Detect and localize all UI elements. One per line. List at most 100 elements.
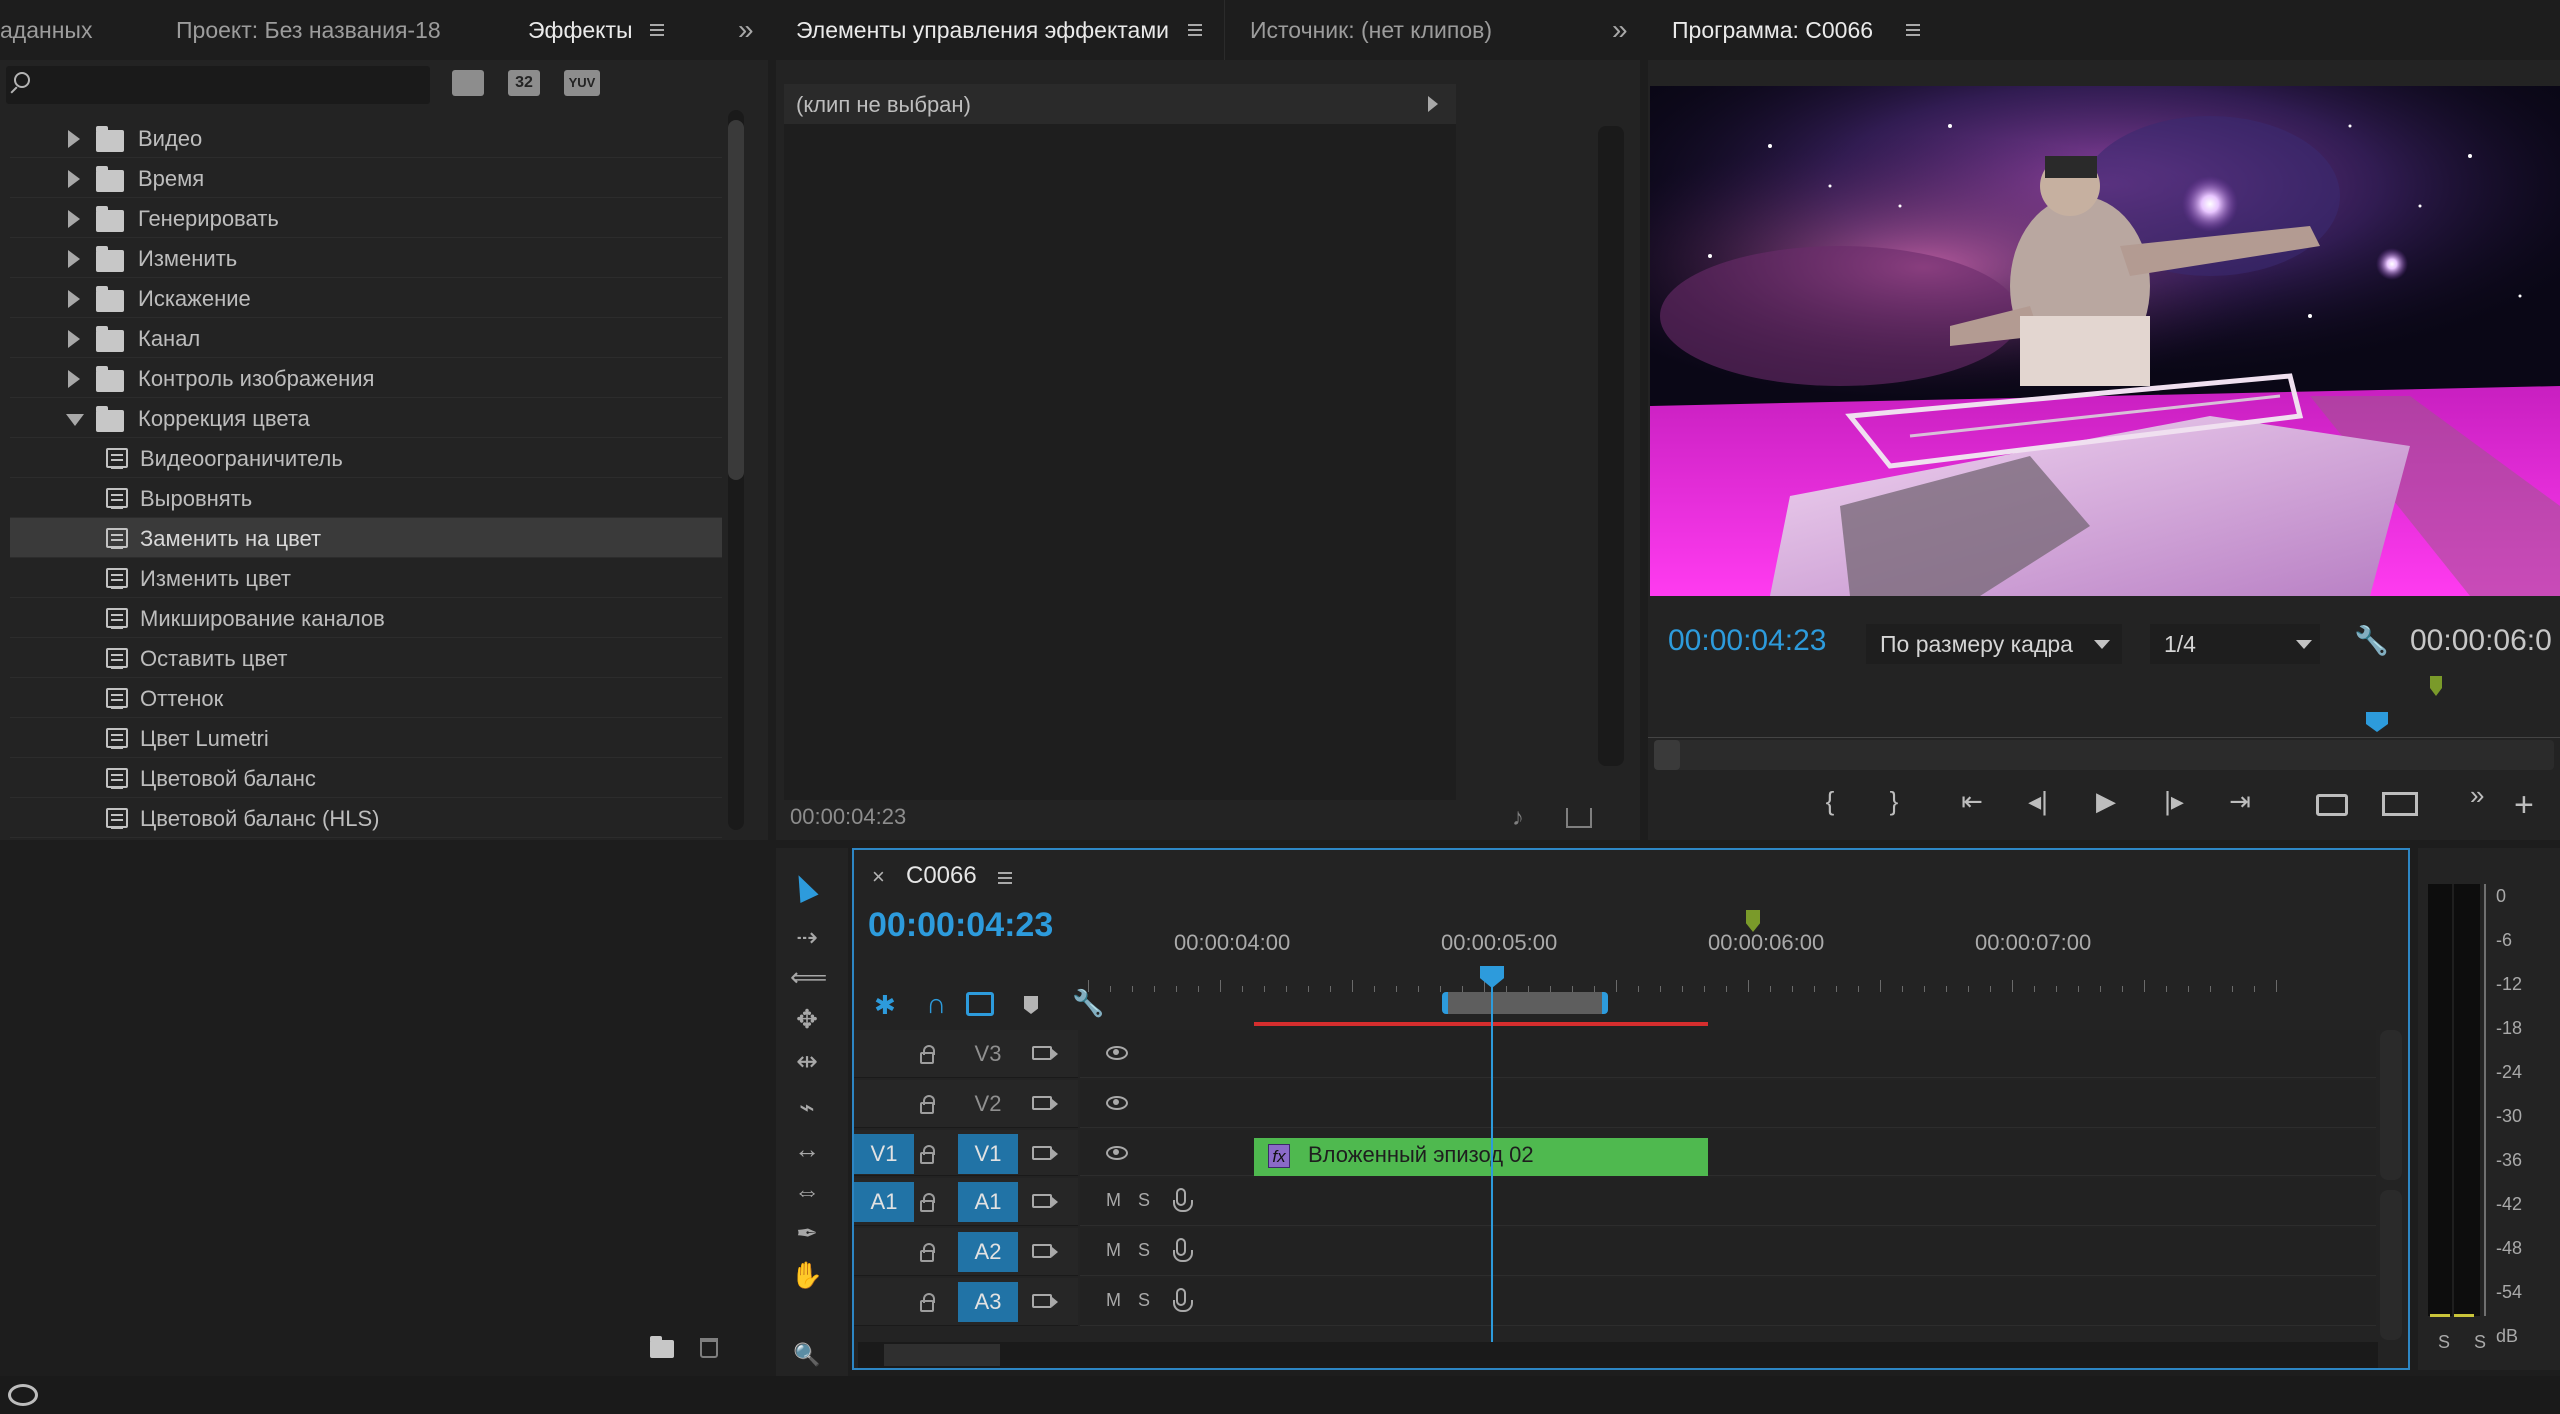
timeline-timecode[interactable]: 00:00:04:23 (868, 906, 1053, 945)
track-target-toggle[interactable]: V3 (958, 1034, 1018, 1074)
effect-item[interactable]: Цвет Lumetri (10, 718, 722, 758)
toggle-sync-lock-icon[interactable] (1032, 1146, 1052, 1160)
zoom-tool-icon[interactable]: 🔍 (790, 1340, 824, 1370)
add-marker-icon[interactable] (1024, 996, 1038, 1014)
effect-item[interactable]: Оставить цвет (10, 638, 722, 678)
chevron-right-icon[interactable] (68, 170, 80, 188)
effect-item[interactable]: Микширование каналов (10, 598, 722, 638)
effect-item[interactable]: Яркость и контрастность (10, 838, 722, 840)
lock-icon[interactable] (920, 1193, 935, 1212)
track-target-toggle[interactable]: V1 (958, 1134, 1018, 1174)
play-icon[interactable]: ▶ (2086, 786, 2126, 816)
mark-in-icon[interactable]: { (1810, 786, 1850, 816)
timeline-menu-icon[interactable] (998, 872, 1012, 885)
effect-item[interactable]: Видеоограничитель (10, 438, 722, 478)
track-target-toggle[interactable]: A2 (958, 1232, 1018, 1272)
new-custom-bin-icon[interactable] (650, 1336, 674, 1358)
toggle-sync-lock-icon[interactable] (1032, 1194, 1052, 1208)
toggle-sync-lock-icon[interactable] (1032, 1096, 1052, 1110)
microphone-icon[interactable] (1173, 1238, 1193, 1262)
effects-search-input[interactable] (6, 66, 430, 104)
accelerated-effects-icon[interactable] (452, 70, 484, 96)
chevron-right-icon[interactable] (68, 290, 80, 308)
track-source-patch[interactable]: V1 (854, 1134, 914, 1174)
lock-icon[interactable] (920, 1045, 935, 1064)
solo-button[interactable]: S (1138, 1190, 1150, 1211)
effect-controls-menu-icon[interactable] (1188, 24, 1202, 37)
tree-folder-item[interactable]: Генерировать (10, 198, 722, 238)
tab-source[interactable]: Источник: (нет клипов) (1250, 0, 1492, 60)
track-source-patch[interactable]: A1 (854, 1182, 914, 1222)
solo-left-button[interactable]: S (2438, 1332, 2450, 1353)
effect-item[interactable]: Выровнять (10, 478, 722, 518)
panel-overflow-icon[interactable]: » (2470, 780, 2484, 811)
resolution-select[interactable]: 1/4 (2150, 624, 2320, 664)
mute-button[interactable]: M (1106, 1190, 1121, 1211)
rate-stretch-tool-icon[interactable]: ⇹ (790, 1046, 824, 1076)
microphone-icon[interactable] (1173, 1288, 1193, 1312)
tab-effects[interactable]: Эффекты (528, 0, 633, 60)
slip-tool-icon[interactable]: ↔ (790, 1134, 824, 1164)
clip-expand-icon[interactable] (1428, 96, 1438, 112)
sequence-tab[interactable]: C0066 (906, 862, 977, 890)
trash-icon[interactable] (700, 1338, 718, 1358)
timeline-ruler[interactable]: 00:00:04:00 00:00:05:00 00:00:06:00 00:00:0… (1082, 910, 2302, 1010)
program-video-frame[interactable] (1650, 86, 2560, 596)
effect-item[interactable]: Цветовой баланс (10, 758, 722, 798)
lock-icon[interactable] (920, 1095, 935, 1114)
effect-controls-scrollbar[interactable] (1598, 126, 1624, 766)
program-scroll-track[interactable] (1654, 740, 2554, 770)
effects-panel-menu-icon[interactable] (650, 24, 664, 37)
mute-button[interactable]: M (1106, 1290, 1121, 1311)
razor-tool-icon[interactable]: ⌁ (790, 1092, 824, 1122)
effect-item[interactable]: Оттенок (10, 678, 722, 718)
chevron-right-icon[interactable] (68, 370, 80, 388)
toggle-sync-lock-icon[interactable] (1032, 1046, 1052, 1060)
solo-button[interactable]: S (1138, 1240, 1150, 1261)
chevron-right-icon[interactable] (68, 130, 80, 148)
tree-folder-item[interactable]: Коррекция цвета (10, 398, 722, 438)
add-button-icon[interactable]: + (2514, 786, 2534, 825)
tree-folder-item[interactable]: Искажение (10, 278, 722, 318)
effect-item[interactable]: Заменить на цвет (10, 518, 722, 558)
tree-folder-item[interactable]: Канал (10, 318, 722, 358)
tab-project[interactable]: Проект: Без названия-18 (176, 0, 441, 60)
tree-folder-item[interactable]: Изменить (10, 238, 722, 278)
mute-button[interactable]: M (1106, 1240, 1121, 1261)
chevron-down-icon[interactable] (66, 414, 84, 426)
mark-out-icon[interactable]: } (1874, 786, 1914, 816)
compare-icon[interactable] (2382, 792, 2418, 816)
eye-icon[interactable] (1106, 1096, 1128, 1110)
tab-metadata[interactable]: аданных (0, 0, 92, 60)
tab-effect-controls[interactable]: Элементы управления эффектами (796, 0, 1169, 60)
tree-folder-item[interactable]: Контроль изображения (10, 358, 722, 398)
track-target-toggle[interactable]: A3 (958, 1282, 1018, 1322)
go-to-in-icon[interactable]: ⇤ (1952, 786, 1992, 816)
export-frame-icon[interactable] (1566, 808, 1592, 828)
eye-icon[interactable] (1106, 1046, 1128, 1060)
timeline-audio-scrollbar[interactable] (2380, 1190, 2402, 1340)
zoom-select[interactable]: По размеру кадра (1866, 624, 2122, 664)
eye-icon[interactable] (1106, 1146, 1128, 1160)
creative-cloud-icon[interactable] (8, 1384, 38, 1406)
nest-toggle-icon[interactable]: ✱ (874, 990, 896, 1021)
toggle-sync-lock-icon[interactable] (1032, 1294, 1052, 1308)
program-timecode[interactable]: 00:00:04:23 (1668, 624, 1826, 658)
timeline-horizontal-thumb[interactable] (884, 1344, 1000, 1366)
toggle-sync-lock-icon[interactable] (1032, 1244, 1052, 1258)
track-target-toggle[interactable]: V2 (958, 1084, 1018, 1124)
timeline-close-icon[interactable]: × (872, 864, 885, 890)
chevron-right-icon[interactable] (68, 210, 80, 228)
effects-scrollbar-thumb[interactable] (728, 120, 744, 480)
camera-icon[interactable] (2316, 794, 2348, 816)
chevron-right-icon[interactable] (68, 250, 80, 268)
hand-tool-icon[interactable]: ✋ (790, 1260, 824, 1290)
tree-folder-item[interactable]: Время (10, 158, 722, 198)
pen-tool-icon[interactable]: ✒ (790, 1218, 824, 1248)
timeline-horizontal-scrollbar[interactable] (858, 1342, 2378, 1368)
solo-right-button[interactable]: S (2474, 1332, 2486, 1353)
wrench-icon[interactable]: 🔧 (2354, 624, 2389, 657)
rolling-edit-tool-icon[interactable]: ✥ (790, 1004, 824, 1034)
tree-folder-item[interactable]: Видео (10, 118, 722, 158)
effect-item[interactable]: Изменить цвет (10, 558, 722, 598)
